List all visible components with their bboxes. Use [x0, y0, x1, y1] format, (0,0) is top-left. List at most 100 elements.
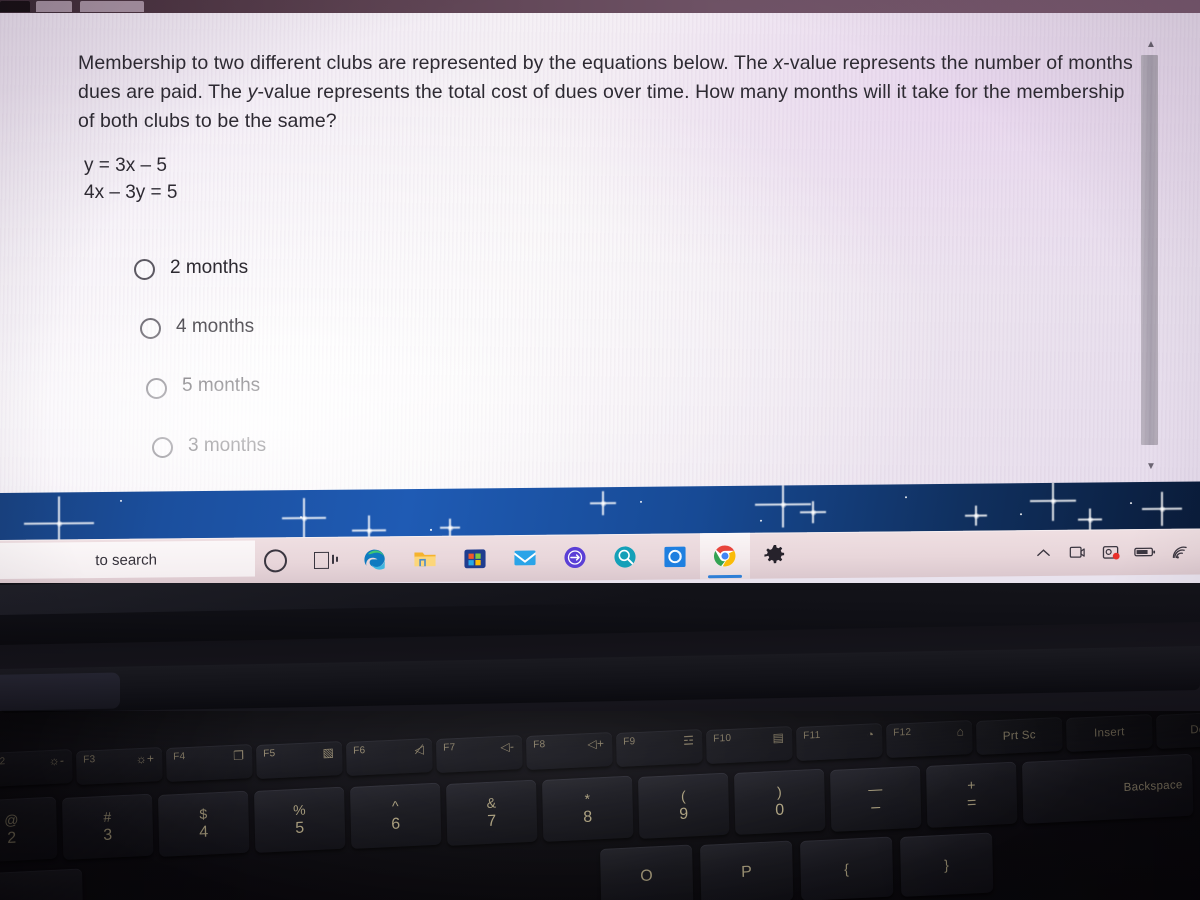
chrome-icon — [713, 545, 736, 567]
mute-key[interactable]: F6 ◁̸ — [346, 737, 433, 776]
taskbar-search-box[interactable]: to search — [0, 540, 255, 580]
taskbar-item-file-explorer[interactable] — [400, 536, 450, 582]
display-switch-icon: ❐ — [233, 748, 245, 763]
key-label: Backspace — [1123, 779, 1183, 795]
key-label: – — [871, 798, 881, 816]
key-shift-label: $ — [199, 805, 208, 822]
answer-option-4[interactable]: 3 months — [130, 425, 610, 485]
key-label: Insert — [1093, 726, 1125, 740]
key-e[interactable] — [0, 868, 84, 900]
key-7[interactable]: & 7 — [446, 779, 538, 846]
equation-list: y = 3x – 5 4x – 3y = 5 — [84, 152, 177, 206]
microsoft-store-icon — [464, 549, 486, 569]
key-fn-label: F7 — [443, 742, 456, 754]
tray-show-hidden-icons[interactable] — [1026, 530, 1060, 576]
tray-wifi[interactable] — [1162, 529, 1196, 575]
answer-option-4-label: 3 months — [188, 435, 267, 456]
camera-off-key[interactable]: F10 ▤ — [706, 725, 793, 764]
scrollbar-thumb[interactable] — [1141, 55, 1158, 445]
scroll-down-arrow-icon[interactable]: ▼ — [1143, 461, 1159, 473]
radio-button-icon[interactable] — [140, 318, 161, 339]
key-shift-label: % — [292, 801, 307, 819]
volume-up-key[interactable]: F8 ◁+ — [526, 731, 613, 770]
key-bracket-right[interactable]: } — [900, 832, 994, 897]
camera-off-icon: ▤ — [772, 730, 785, 745]
key-label: 2 — [7, 829, 17, 847]
taskbar-item-search-app[interactable] — [600, 534, 650, 580]
radio-button-icon[interactable] — [134, 259, 155, 280]
key-shift-label: + — [967, 776, 976, 793]
keyboard-backlight-key[interactable]: F9 ☲ — [616, 728, 703, 767]
taskbar-item-purple-app[interactable] — [550, 534, 600, 580]
brightness-up-key[interactable]: F3 ☼+ — [76, 746, 163, 785]
brightness-down-key[interactable]: F2 ☼- — [0, 748, 73, 787]
question-text: Membership to two different clubs are re… — [78, 49, 1138, 136]
taskbar-item-microsoft-store[interactable] — [450, 535, 500, 581]
quiz-page: Membership to two different clubs are re… — [0, 13, 1200, 493]
wifi-icon — [1172, 546, 1187, 558]
equation-1: y = 3x – 5 — [84, 155, 167, 176]
trackpad-edge — [0, 672, 120, 711]
taskbar-item-task-view[interactable] — [300, 537, 350, 583]
key-3[interactable]: # 3 — [62, 793, 154, 860]
radio-button-icon[interactable] — [146, 378, 167, 399]
backspace-key[interactable]: Backspace — [1022, 753, 1194, 824]
key-9[interactable]: ( 9 — [638, 772, 730, 839]
scroll-up-arrow-icon[interactable]: ▲ — [1143, 39, 1159, 51]
page-scrollbar[interactable]: ▲ ▼ — [1140, 39, 1162, 473]
taskbar-item-settings[interactable] — [750, 532, 800, 578]
key-fn-label: F11 — [803, 729, 821, 742]
key-8[interactable]: * 8 — [542, 775, 634, 842]
print-screen-key[interactable]: Prt Sc — [976, 716, 1063, 755]
key-equals[interactable]: + = — [926, 761, 1018, 828]
tray-screen-record[interactable] — [1094, 529, 1128, 575]
key-minus[interactable]: — – — [830, 765, 922, 832]
question-segment-1: Membership to two different clubs are re… — [78, 52, 774, 74]
key-5[interactable]: % 5 — [254, 786, 346, 853]
key-bracket-left[interactable]: { — [800, 836, 894, 900]
taskbar-item-chrome[interactable] — [700, 532, 750, 580]
key-2[interactable]: @ 2 — [0, 796, 58, 863]
taskbar-item-cortana[interactable] — [250, 537, 300, 583]
browser-tab-0[interactable] — [0, 1, 30, 12]
key-fn-label: F4 — [173, 751, 186, 763]
key-6[interactable]: ^ 6 — [350, 782, 442, 849]
key-fn-label: F12 — [893, 726, 912, 739]
taskbar-item-mail[interactable] — [500, 535, 550, 581]
browser-tab-1[interactable] — [36, 1, 72, 12]
performance-key[interactable]: F11 ◔ — [796, 722, 883, 761]
taskbar-item-edge[interactable] — [350, 536, 400, 582]
key-p[interactable]: P — [700, 840, 794, 900]
screen-bezel — [0, 583, 1200, 645]
lock-key[interactable]: F12 ⌂ — [886, 719, 973, 758]
answer-option-2[interactable]: 4 months — [130, 305, 610, 365]
tray-battery[interactable] — [1128, 529, 1162, 575]
touchpad-toggle-key[interactable]: F5 ▧ — [256, 740, 343, 779]
settings-gear-icon — [764, 544, 785, 564]
browser-tab-strip[interactable] — [0, 0, 1200, 13]
insert-key[interactable]: Insert — [1066, 713, 1153, 752]
tray-screen-share[interactable] — [1060, 529, 1094, 575]
display-switch-key[interactable]: F4 ❐ — [166, 743, 253, 782]
browser-tab-2[interactable] — [80, 1, 144, 12]
key-shift-label: ^ — [391, 797, 400, 814]
key-label: P — [740, 863, 753, 881]
key-label: 4 — [199, 823, 209, 841]
key-0[interactable]: ) 0 — [734, 768, 826, 835]
answer-option-1[interactable]: 2 months — [130, 245, 610, 305]
lock-icon: ⌂ — [956, 724, 965, 739]
key-label: O — [640, 867, 654, 886]
key-4[interactable]: $ 4 — [158, 790, 250, 857]
delete-key[interactable]: Del — [1156, 710, 1200, 749]
radio-button-icon[interactable] — [152, 437, 173, 458]
volume-down-key[interactable]: F7 ◁- — [436, 734, 523, 773]
key-o[interactable]: O — [600, 844, 694, 900]
taskbar-item-cortana-square[interactable] — [650, 533, 700, 579]
answer-option-3[interactable]: 5 months — [130, 365, 610, 425]
key-fn-label: F2 — [0, 756, 6, 768]
key-label: 3 — [103, 826, 113, 844]
screen-share-icon — [1069, 546, 1085, 558]
cortana-square-icon — [664, 546, 686, 568]
equation-2: 4x – 3y = 5 — [84, 182, 178, 203]
task-view-icon — [314, 551, 338, 569]
